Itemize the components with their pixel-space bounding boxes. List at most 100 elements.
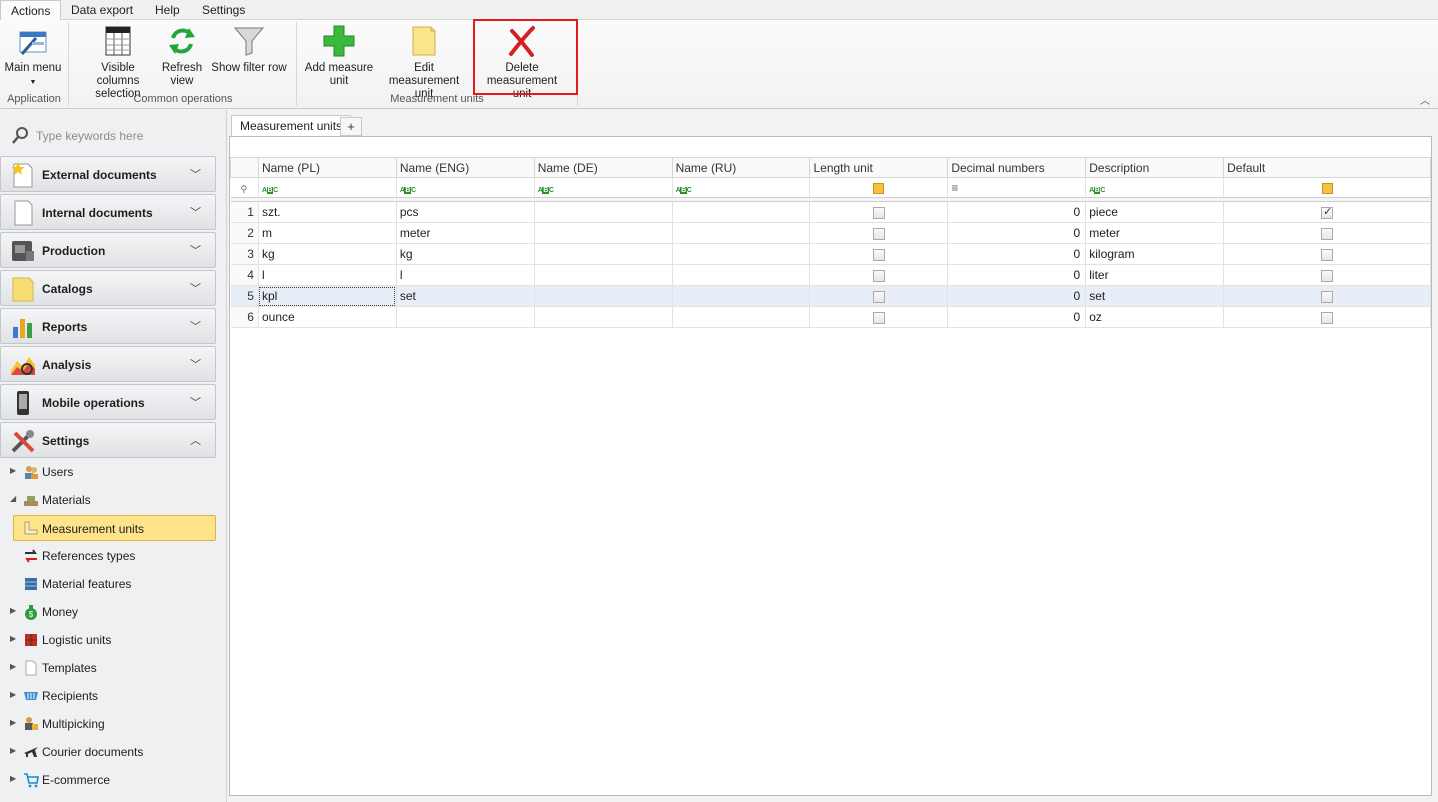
cell-name-de[interactable] xyxy=(534,243,673,265)
tree-item-material-features[interactable]: Material features xyxy=(0,572,216,596)
table-row[interactable]: 6 ounce 0 oz xyxy=(230,306,1431,328)
column-header-default[interactable]: Default xyxy=(1223,157,1431,178)
tree-item-references-types[interactable]: References types xyxy=(0,544,216,568)
filter-cell-name-de[interactable]: ABC xyxy=(534,177,673,198)
main-menu-button[interactable]: Main menu ▼ xyxy=(4,24,62,89)
tree-item-users[interactable]: ▶ Users xyxy=(0,460,216,484)
nav-group-settings[interactable]: Settings ︿ xyxy=(0,422,216,458)
cell-length-unit[interactable] xyxy=(809,264,949,286)
cell-decimal-numbers[interactable]: 0 xyxy=(947,285,1087,307)
row-number[interactable]: 6 xyxy=(230,306,259,328)
cell-length-unit[interactable] xyxy=(809,306,949,328)
tree-item-recipients[interactable]: ▶ Recipients xyxy=(0,684,216,708)
cell-decimal-numbers[interactable]: 0 xyxy=(947,306,1087,328)
collapse-arrow-icon[interactable]: ◢ xyxy=(10,494,16,503)
filter-cell-name-pl[interactable]: ABC xyxy=(258,177,397,198)
column-header-name-de[interactable]: Name (DE) xyxy=(533,157,673,178)
checkbox[interactable] xyxy=(872,227,885,240)
column-header-length-unit[interactable]: Length unit xyxy=(809,157,949,178)
cell-name-ru[interactable] xyxy=(672,222,811,244)
visible-columns-button[interactable]: Visible columns selection xyxy=(80,24,156,101)
filter-cell-default[interactable] xyxy=(1223,177,1431,198)
cell-length-unit[interactable] xyxy=(809,222,949,244)
cell-decimal-numbers[interactable]: 0 xyxy=(947,222,1087,244)
edit-measurement-unit-button[interactable]: Edit measurement unit xyxy=(378,24,470,101)
cell-name-ru[interactable] xyxy=(672,201,811,223)
add-measure-unit-button[interactable]: Add measure unit xyxy=(304,24,374,88)
column-header-name-ru[interactable]: Name (RU) xyxy=(671,157,811,178)
row-number[interactable]: 4 xyxy=(230,264,259,286)
checkbox[interactable] xyxy=(1321,248,1334,261)
cell-default[interactable] xyxy=(1223,222,1431,244)
checkbox[interactable] xyxy=(1321,205,1334,219)
collapse-ribbon-icon[interactable]: ︿ xyxy=(1420,92,1430,107)
tree-item-measurement-units[interactable]: Measurement units xyxy=(13,515,216,541)
tree-item-templates[interactable]: ▶ Templates xyxy=(0,656,216,680)
tree-item-materials[interactable]: ◢ Materials xyxy=(0,488,216,512)
table-row[interactable]: 4 l l 0 liter xyxy=(230,264,1431,286)
show-filter-row-button[interactable]: Show filter row xyxy=(210,24,288,75)
checkbox[interactable] xyxy=(872,311,885,324)
cell-description[interactable]: piece xyxy=(1085,201,1225,223)
checkbox[interactable] xyxy=(1321,311,1334,324)
cell-name-eng[interactable]: meter xyxy=(396,222,535,244)
cell-name-pl[interactable]: ounce xyxy=(258,306,397,328)
nav-group-analysis[interactable]: Analysis ﹀ xyxy=(0,346,216,382)
cell-length-unit[interactable] xyxy=(809,285,949,307)
expand-arrow-icon[interactable]: ▶ xyxy=(10,606,16,615)
cell-name-eng[interactable]: l xyxy=(396,264,535,286)
cell-name-de[interactable] xyxy=(534,201,673,223)
cell-name-ru[interactable] xyxy=(672,285,811,307)
nav-group-reports[interactable]: Reports ﹀ xyxy=(0,308,216,344)
cell-name-ru[interactable] xyxy=(672,243,811,265)
table-row[interactable]: 3 kg kg 0 kilogram xyxy=(230,243,1431,265)
row-number[interactable]: 5 xyxy=(230,285,259,307)
nav-group-production[interactable]: Production ﹀ xyxy=(0,232,216,268)
tab-actions[interactable]: Actions xyxy=(0,0,62,21)
cell-name-pl[interactable]: kg xyxy=(258,243,397,265)
column-header-decimal-numbers[interactable]: Decimal numbers xyxy=(947,157,1087,178)
cell-description[interactable]: liter xyxy=(1085,264,1225,286)
column-header-name-pl[interactable]: Name (PL) xyxy=(257,157,397,178)
expand-arrow-icon[interactable]: ▶ xyxy=(10,718,16,727)
tree-item-logistic-units[interactable]: ▶ Logistic units xyxy=(0,628,216,652)
tab-data-export[interactable]: Data export xyxy=(61,0,143,20)
expand-arrow-icon[interactable]: ▶ xyxy=(10,746,16,755)
checkbox[interactable] xyxy=(1321,269,1334,282)
cell-default[interactable] xyxy=(1223,264,1431,286)
nav-group-mobile-operations[interactable]: Mobile operations ﹀ xyxy=(0,384,216,420)
tab-settings[interactable]: Settings xyxy=(192,0,255,20)
tab-measurement-units[interactable]: Measurement units xyxy=(231,115,352,137)
checkbox[interactable] xyxy=(872,269,885,282)
cell-name-eng[interactable]: pcs xyxy=(396,201,535,223)
checkbox[interactable] xyxy=(872,206,885,219)
expand-arrow-icon[interactable]: ▶ xyxy=(10,774,16,783)
cell-length-unit[interactable] xyxy=(809,243,949,265)
nav-group-catalogs[interactable]: Catalogs ﹀ xyxy=(0,270,216,306)
cell-name-de[interactable] xyxy=(534,285,673,307)
refresh-view-button[interactable]: Refresh view xyxy=(160,24,204,88)
checkbox[interactable] xyxy=(1321,227,1334,240)
search-box[interactable]: Type keywords here xyxy=(8,124,218,146)
table-row[interactable]: 1 szt. pcs 0 piece xyxy=(230,201,1431,223)
nav-group-external-documents[interactable]: External documents ﹀ xyxy=(0,156,216,192)
expand-arrow-icon[interactable]: ▶ xyxy=(10,690,16,699)
nav-group-internal-documents[interactable]: Internal documents ﹀ xyxy=(0,194,216,230)
cell-name-de[interactable] xyxy=(534,264,673,286)
expand-arrow-icon[interactable]: ▶ xyxy=(10,634,16,643)
cell-default[interactable] xyxy=(1223,285,1431,307)
add-tab-button[interactable]: + xyxy=(340,117,362,136)
cell-description[interactable]: oz xyxy=(1085,306,1225,328)
cell-name-eng[interactable] xyxy=(396,306,535,328)
tree-item-money[interactable]: ▶ $ Money xyxy=(0,600,216,624)
tree-item-multipicking[interactable]: ▶ Multipicking xyxy=(0,712,216,736)
filter-cell-decimal-numbers[interactable]: ≡ xyxy=(947,177,1087,198)
table-row[interactable]: 5 kpl set 0 set xyxy=(230,285,1431,307)
cell-default[interactable] xyxy=(1223,201,1431,223)
cell-name-eng[interactable]: kg xyxy=(396,243,535,265)
cell-name-pl[interactable]: m xyxy=(258,222,397,244)
row-number[interactable]: 1 xyxy=(230,201,259,223)
expand-arrow-icon[interactable]: ▶ xyxy=(10,466,16,475)
cell-default[interactable] xyxy=(1223,243,1431,265)
filter-cell-length-unit[interactable] xyxy=(809,177,949,198)
